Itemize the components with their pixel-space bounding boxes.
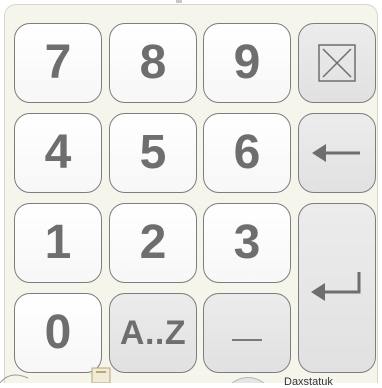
window-top-nub [176, 0, 182, 3]
enter-button[interactable] [298, 203, 376, 373]
key-4[interactable]: 4 [14, 113, 102, 193]
key-5[interactable]: 5 [109, 113, 197, 193]
backspace-button[interactable] [298, 113, 376, 193]
key-0-label: 0 [44, 306, 72, 359]
key-8-label: 8 [139, 36, 167, 89]
backspace-arrow-icon [312, 144, 360, 162]
clear-box-icon [318, 44, 356, 82]
enter-return-icon [311, 272, 361, 301]
alphabet-button[interactable]: A..Z [109, 293, 197, 373]
key-5-label: 5 [139, 126, 167, 179]
key-0[interactable]: 0 [14, 293, 102, 373]
dash-button[interactable] [203, 293, 291, 373]
key-1-label: 1 [44, 216, 72, 269]
key-6-label: 6 [233, 126, 261, 179]
clear-button[interactable] [298, 23, 376, 103]
key-7[interactable]: 7 [14, 23, 102, 103]
taskbar-partial-label: Daxstatuk [284, 376, 333, 388]
alphabet-button-label: A..Z [119, 314, 187, 352]
key-1[interactable]: 1 [14, 203, 102, 283]
key-6[interactable]: 6 [203, 113, 291, 193]
key-8[interactable]: 8 [109, 23, 197, 103]
key-7-label: 7 [44, 36, 72, 89]
dash-icon [232, 339, 262, 341]
key-9-label: 9 [233, 36, 261, 89]
numeric-keypad: 7 8 9 4 5 6 1 2 3 0 A..Z [4, 4, 378, 383]
key-2-label: 2 [139, 216, 167, 269]
key-3[interactable]: 3 [203, 203, 291, 283]
key-2[interactable]: 2 [109, 203, 197, 283]
key-3-label: 3 [233, 216, 261, 269]
key-4-label: 4 [44, 126, 72, 179]
key-9[interactable]: 9 [203, 23, 291, 103]
